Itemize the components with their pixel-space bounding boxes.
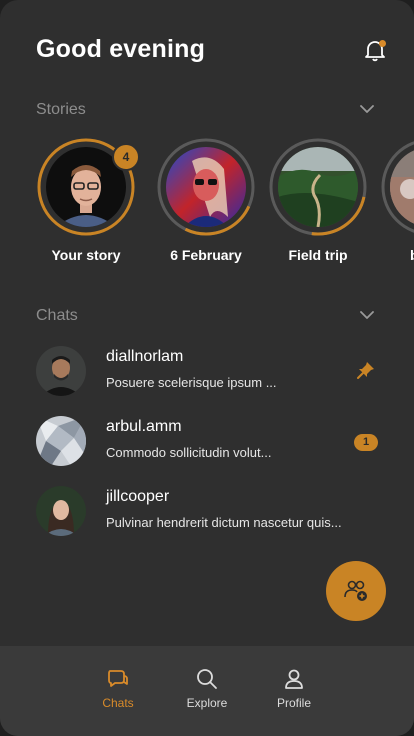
chat-preview: Posuere scelerisque ipsum ... [106,375,277,390]
story-avatar [390,147,414,227]
story-label: 6 February [170,247,242,263]
notification-dot [379,40,386,47]
tab-label: Chats [102,696,134,710]
chat-row[interactable]: jillcooper Pulvinar hendrerit dictum nas… [36,486,378,538]
tab-label: Explore [186,696,228,710]
chat-preview: Commodo sollicitudin volut... [106,445,272,460]
story-field-trip[interactable]: Field trip [268,137,368,263]
page-title: Good evening [36,35,206,63]
tab-label: Profile [276,696,311,710]
chats-title: Chats [36,307,78,324]
chat-name: arbul.amm [106,418,182,435]
chat-preview: Pulvinar hendrerit dictum nascetur quis.… [106,515,342,530]
user-icon [285,669,303,689]
add-group-icon [344,580,367,601]
tab-profile[interactable]: Profile [254,668,334,710]
avatar [36,346,86,396]
tab-bar: Chats Explore Profile [0,646,414,736]
chats-header[interactable]: Chats [36,306,374,326]
story-your-story[interactable]: 4 Your story [36,137,140,263]
story-partial[interactable]: b [380,137,414,263]
search-icon [197,669,217,689]
bell-icon[interactable] [364,38,386,62]
chevron-down-icon[interactable] [360,104,374,114]
tab-chats[interactable]: Chats [78,668,158,710]
header: Good evening [36,34,386,66]
story-label: b [380,247,414,263]
tab-explore[interactable]: Explore [167,668,247,710]
stories-header[interactable]: Stories [36,100,374,120]
app-screen: Good evening Stories 4 Your story 6 Febr… [0,0,414,736]
chat-name: jillcooper [106,488,170,505]
story-6-february[interactable]: 6 February [156,137,256,263]
story-avatar [278,147,358,227]
chevron-down-icon[interactable] [360,310,374,320]
chat-row[interactable]: diallnorlam Posuere scelerisque ipsum ..… [36,346,378,398]
avatar [36,486,86,536]
avatar [36,416,86,466]
new-group-button[interactable] [326,561,386,621]
story-count-badge: 4 [112,143,140,171]
chat-name: diallnorlam [106,348,184,365]
stories-title: Stories [36,101,86,118]
chat-bubble-icon [108,670,128,687]
story-label: Your story [51,247,121,263]
pin-icon[interactable] [356,360,376,380]
unread-badge: 1 [354,434,378,451]
story-avatar [166,147,246,227]
stories-row: 4 Your story 6 February Field trip [36,137,414,272]
chat-row[interactable]: arbul.amm Commodo sollicitudin volut... … [36,416,378,468]
story-label: Field trip [288,247,348,263]
